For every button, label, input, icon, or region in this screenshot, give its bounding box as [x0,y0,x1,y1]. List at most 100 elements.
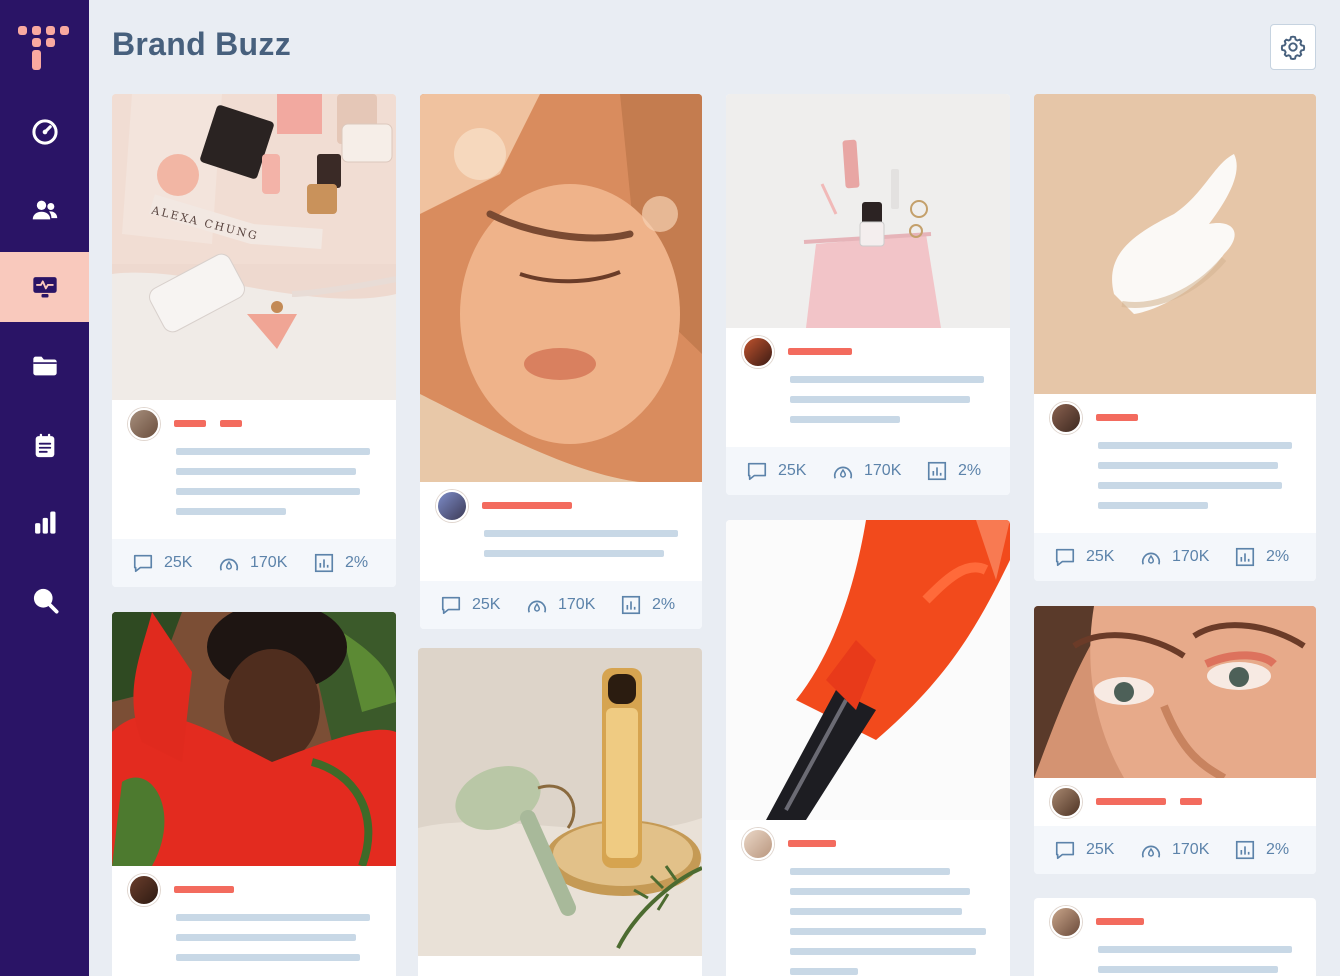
engagement-stat[interactable]: 2% [620,581,675,629]
search-icon [33,588,59,614]
post-stats: 25K 170K 2% [420,581,702,629]
caption-line [1098,462,1278,469]
nav-analytics[interactable] [0,487,89,557]
engagement-rate: 2% [345,554,369,571]
reach-gauge-icon [527,600,547,613]
reach-gauge-icon [1141,552,1161,565]
post-image [1034,94,1316,394]
engagement-rate: 2% [1266,841,1290,858]
avatar[interactable] [742,336,774,368]
post-card[interactable] [418,648,702,976]
avatar[interactable] [128,408,160,440]
caption-line [790,868,950,875]
nav-monitoring[interactable] [0,252,89,322]
author-name-placeholder [482,502,572,509]
comment-icon [1055,841,1075,860]
caption-line [790,396,970,403]
caption-line [1098,502,1208,509]
comments-count: 25K [778,462,807,479]
post-card[interactable]: 25K 170K 2% [726,94,1010,495]
reach-gauge-icon [219,558,239,571]
post-card[interactable] [726,520,1010,976]
comments-stat[interactable]: 25K [1054,826,1114,874]
reach-gauge-icon [833,466,853,479]
post-card[interactable] [1034,898,1316,976]
nav-dashboard[interactable] [0,97,89,167]
engagement-stat[interactable]: 2% [926,447,981,495]
avatar[interactable] [436,490,468,522]
caption-line [176,914,370,921]
comments-stat[interactable]: 25K [746,447,806,495]
comments-stat[interactable]: 25K [1054,533,1114,581]
post-card[interactable]: ALEXA CHUNG 25K 170K 2% [112,94,396,587]
post-card[interactable]: 25K 170K 2% [1034,606,1316,874]
reach-count: 170K [1172,548,1210,565]
post-image [726,94,1010,328]
engagement-stat[interactable]: 2% [313,539,368,587]
post-card[interactable]: 25K 170K 2% [1034,94,1316,581]
settings-button[interactable] [1270,24,1316,70]
page-title: Brand Buzz [112,26,291,62]
bar-chart-icon [1235,840,1255,860]
avatar[interactable] [1050,786,1082,818]
nav-files[interactable] [0,331,89,401]
comments-count: 25K [472,596,501,613]
post-image [1034,606,1316,778]
reach-count: 170K [250,554,288,571]
comments-count: 25K [1086,841,1115,858]
comments-stat[interactable]: 25K [440,581,500,629]
post-card[interactable]: 25K 170K 2% [420,94,702,629]
caption-line [1098,442,1292,449]
engagement-rate: 2% [958,462,982,479]
notepad-icon [35,433,54,458]
author-name-placeholder [788,348,852,355]
reach-count: 170K [558,596,596,613]
post-stats: 25K 170K 2% [1034,533,1316,581]
caption-line [176,954,360,961]
engagement-stat[interactable]: 2% [1234,533,1289,581]
reach-stat[interactable]: 170K [526,581,595,629]
monitor-pulse-icon [32,277,57,298]
caption-line [176,448,370,455]
comments-stat[interactable]: 25K [132,539,192,587]
caption-line [1098,482,1282,489]
reach-stat[interactable]: 170K [1140,533,1209,581]
avatar[interactable] [742,828,774,860]
brand-logo[interactable] [18,26,72,72]
post-image [420,94,702,482]
caption-line [176,508,286,515]
reach-stat[interactable]: 170K [218,539,287,587]
author-name-placeholder [174,420,206,427]
avatar[interactable] [128,874,160,906]
comment-icon [1055,548,1075,567]
bar-chart-icon [34,511,55,534]
engagement-rate: 2% [652,596,676,613]
caption-line [176,468,356,475]
reach-count: 170K [1172,841,1210,858]
author-name-placeholder [1096,414,1138,421]
nav-search[interactable] [0,565,89,635]
bar-chart-icon [1235,547,1255,567]
caption-line [1098,946,1292,953]
caption-line [1098,966,1278,973]
engagement-stat[interactable]: 2% [1234,826,1289,874]
post-image [112,612,396,866]
gauge-icon [31,119,58,145]
sidebar [0,0,89,976]
nav-audience[interactable] [0,175,89,245]
author-handle-placeholder [220,420,242,427]
reach-count: 170K [864,462,902,479]
nav-notes[interactable] [0,411,89,481]
caption-line [484,530,678,537]
engagement-rate: 2% [1266,548,1290,565]
author-handle-placeholder [1180,798,1202,805]
comments-count: 25K [164,554,193,571]
caption-line [790,968,858,975]
post-card[interactable] [112,612,396,976]
reach-stat[interactable]: 170K [1140,826,1209,874]
avatar[interactable] [1050,402,1082,434]
author-name-placeholder [788,840,836,847]
caption-line [176,488,360,495]
reach-stat[interactable]: 170K [832,447,901,495]
avatar[interactable] [1050,906,1082,938]
